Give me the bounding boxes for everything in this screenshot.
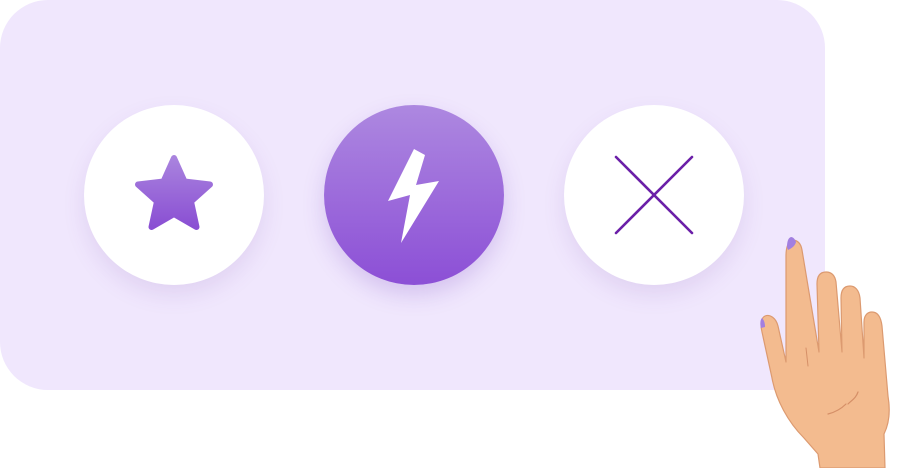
action-panel: [0, 0, 825, 390]
star-icon: [135, 155, 213, 230]
pointing-hand-illustration: [760, 237, 890, 468]
favorite-button[interactable]: [84, 105, 264, 285]
close-icon: [614, 155, 694, 235]
boost-button[interactable]: [324, 105, 504, 285]
dismiss-button[interactable]: [564, 105, 744, 285]
lightning-bolt-icon: [388, 149, 439, 243]
